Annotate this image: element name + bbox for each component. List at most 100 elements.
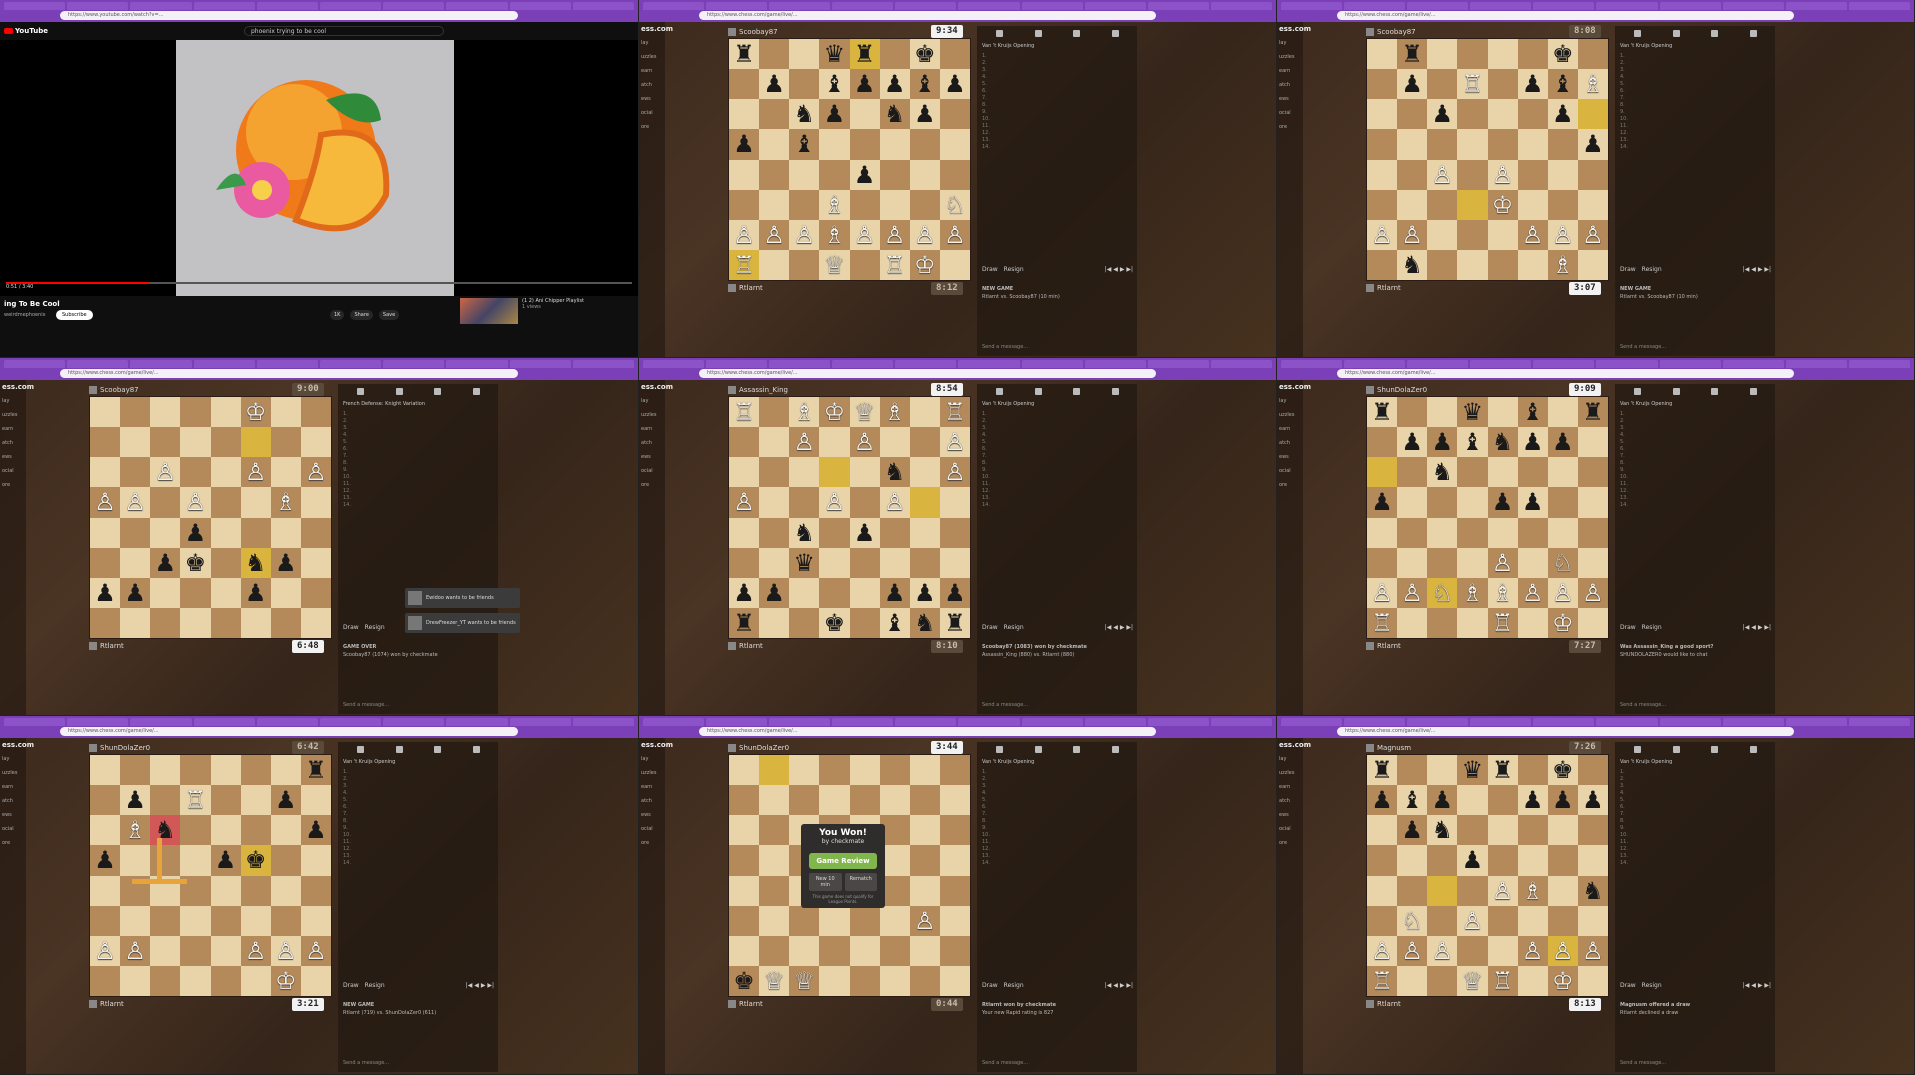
board-square[interactable] xyxy=(759,755,790,786)
white-move[interactable] xyxy=(355,776,377,783)
white-move[interactable] xyxy=(1632,853,1654,860)
chess-piece-P[interactable]: ♙ xyxy=(1522,939,1544,963)
move-row[interactable]: 2. xyxy=(1620,776,1771,783)
board-square[interactable]: ♟ xyxy=(879,69,910,100)
board-square[interactable] xyxy=(1457,39,1488,70)
nav-item[interactable]: lay xyxy=(639,752,665,766)
nav-item[interactable]: ews xyxy=(1277,808,1303,822)
board-square[interactable]: ♘ xyxy=(1547,547,1578,578)
chess-piece-B[interactable]: ♗ xyxy=(275,490,297,514)
nav-item[interactable]: lay xyxy=(639,394,665,408)
chess-piece-p[interactable]: ♟ xyxy=(1582,788,1604,812)
browser-tab[interactable] xyxy=(320,718,382,726)
board-square[interactable]: ♟ xyxy=(270,785,301,816)
board-square[interactable]: ♟ xyxy=(270,547,301,578)
board-square[interactable] xyxy=(1577,159,1608,190)
white-move[interactable] xyxy=(355,860,377,867)
nav-item[interactable]: atch xyxy=(1277,436,1303,450)
board-square[interactable] xyxy=(1517,905,1548,936)
board-square[interactable] xyxy=(1577,547,1608,578)
white-move[interactable] xyxy=(1632,818,1654,825)
chess-logo[interactable]: ess.com xyxy=(1277,22,1311,36)
board-square[interactable]: ♙ xyxy=(300,457,331,488)
board-square[interactable]: ♝ xyxy=(789,129,820,160)
chess-piece-p[interactable]: ♟ xyxy=(185,521,207,545)
black-move[interactable] xyxy=(1020,811,1042,818)
board-square[interactable]: ♙ xyxy=(180,487,211,518)
resign-button[interactable]: Resign xyxy=(1642,982,1662,989)
board-square[interactable] xyxy=(1517,189,1548,220)
board-square[interactable] xyxy=(1367,517,1398,548)
board-square[interactable] xyxy=(1517,815,1548,846)
board-square[interactable] xyxy=(759,397,790,428)
move-row[interactable]: 7. xyxy=(982,453,1133,460)
white-move[interactable] xyxy=(994,825,1016,832)
chess-piece-P[interactable]: ♙ xyxy=(1582,939,1604,963)
white-move[interactable] xyxy=(1632,839,1654,846)
browser-tab[interactable] xyxy=(1147,2,1209,10)
bottom-player-name[interactable]: Rtlarnt xyxy=(1377,1000,1401,1008)
browser-tab[interactable] xyxy=(643,360,705,368)
board-square[interactable] xyxy=(120,965,151,996)
new-game-tab-icon[interactable] xyxy=(1034,746,1042,753)
white-move[interactable] xyxy=(1632,425,1654,432)
board-square[interactable]: ♙ xyxy=(1487,875,1518,906)
board-square[interactable] xyxy=(180,755,211,786)
white-move[interactable] xyxy=(355,439,377,446)
board-square[interactable]: ♜ xyxy=(1397,39,1428,70)
board-square[interactable] xyxy=(150,607,181,638)
board-square[interactable] xyxy=(1457,159,1488,190)
move-row[interactable]: 3. xyxy=(1620,67,1771,74)
browser-tab[interactable] xyxy=(256,360,319,368)
move-row[interactable]: 5. xyxy=(982,439,1133,446)
board-square[interactable]: ♟ xyxy=(1367,785,1398,816)
draw-button[interactable]: Draw xyxy=(1620,624,1636,631)
chess-piece-P[interactable]: ♙ xyxy=(1401,939,1423,963)
browser-tab[interactable] xyxy=(1281,718,1343,726)
chess-piece-P[interactable]: ♙ xyxy=(185,490,207,514)
black-move[interactable] xyxy=(1020,846,1042,853)
board-square[interactable]: ♟ xyxy=(1427,99,1458,130)
chat-input[interactable]: Send a message... xyxy=(982,343,1133,352)
white-move[interactable] xyxy=(355,839,377,846)
white-move[interactable] xyxy=(994,116,1016,123)
board-square[interactable] xyxy=(1487,845,1518,876)
chess-piece-r[interactable]: ♜ xyxy=(1401,42,1423,66)
browser-tab[interactable] xyxy=(446,2,508,10)
black-move[interactable] xyxy=(1020,467,1042,474)
browser-tab[interactable] xyxy=(1659,360,1721,368)
chess-piece-p[interactable]: ♟ xyxy=(1522,72,1544,96)
move-row[interactable]: 10. xyxy=(982,474,1133,481)
board-square[interactable] xyxy=(150,905,181,936)
browser-tab[interactable] xyxy=(572,360,635,368)
board-square[interactable] xyxy=(180,815,211,846)
board-square[interactable] xyxy=(759,547,790,578)
chess-piece-B[interactable]: ♗ xyxy=(1582,72,1604,96)
white-move[interactable] xyxy=(1632,446,1654,453)
move-row[interactable]: 11. xyxy=(982,123,1133,130)
board-square[interactable] xyxy=(150,427,181,458)
black-move[interactable] xyxy=(1020,95,1042,102)
nav-item[interactable]: ocial xyxy=(1277,822,1303,836)
browser-tab[interactable] xyxy=(832,2,894,10)
browser-tab[interactable] xyxy=(643,2,705,10)
nav-item[interactable]: atch xyxy=(639,78,665,92)
board-square[interactable] xyxy=(849,607,880,638)
board-square[interactable]: ♚ xyxy=(819,607,850,638)
chess-piece-Q[interactable]: ♕ xyxy=(1462,969,1484,993)
board-square[interactable] xyxy=(1397,517,1428,548)
board-square[interactable] xyxy=(270,397,301,428)
video-player[interactable]: 0:51 / 3:40 xyxy=(0,40,638,296)
board-square[interactable] xyxy=(300,397,331,428)
white-move[interactable] xyxy=(355,481,377,488)
move-row[interactable]: 6. xyxy=(982,804,1133,811)
browser-tab[interactable] xyxy=(256,2,319,10)
chess-board[interactable]: ♖ ♗ ♔ ♕ ♗ ♖ ♙ ♙ ♙ ♞ ♙ ♙ ♙ ♙ ♞ ♟ ♛ ♟ ♟ ♟ ♟ ♟ ♜ ♚ ♝ ♞ ♜ xyxy=(728,396,971,639)
bottom-player-name[interactable]: Rtlarnt xyxy=(100,642,124,650)
move-row[interactable]: 11. xyxy=(343,839,494,846)
black-move[interactable] xyxy=(1658,81,1680,88)
browser-tab[interactable] xyxy=(1210,2,1272,10)
board-square[interactable] xyxy=(849,457,880,488)
chess-piece-B[interactable]: ♗ xyxy=(124,818,146,842)
board-square[interactable]: ♟ xyxy=(120,577,151,608)
